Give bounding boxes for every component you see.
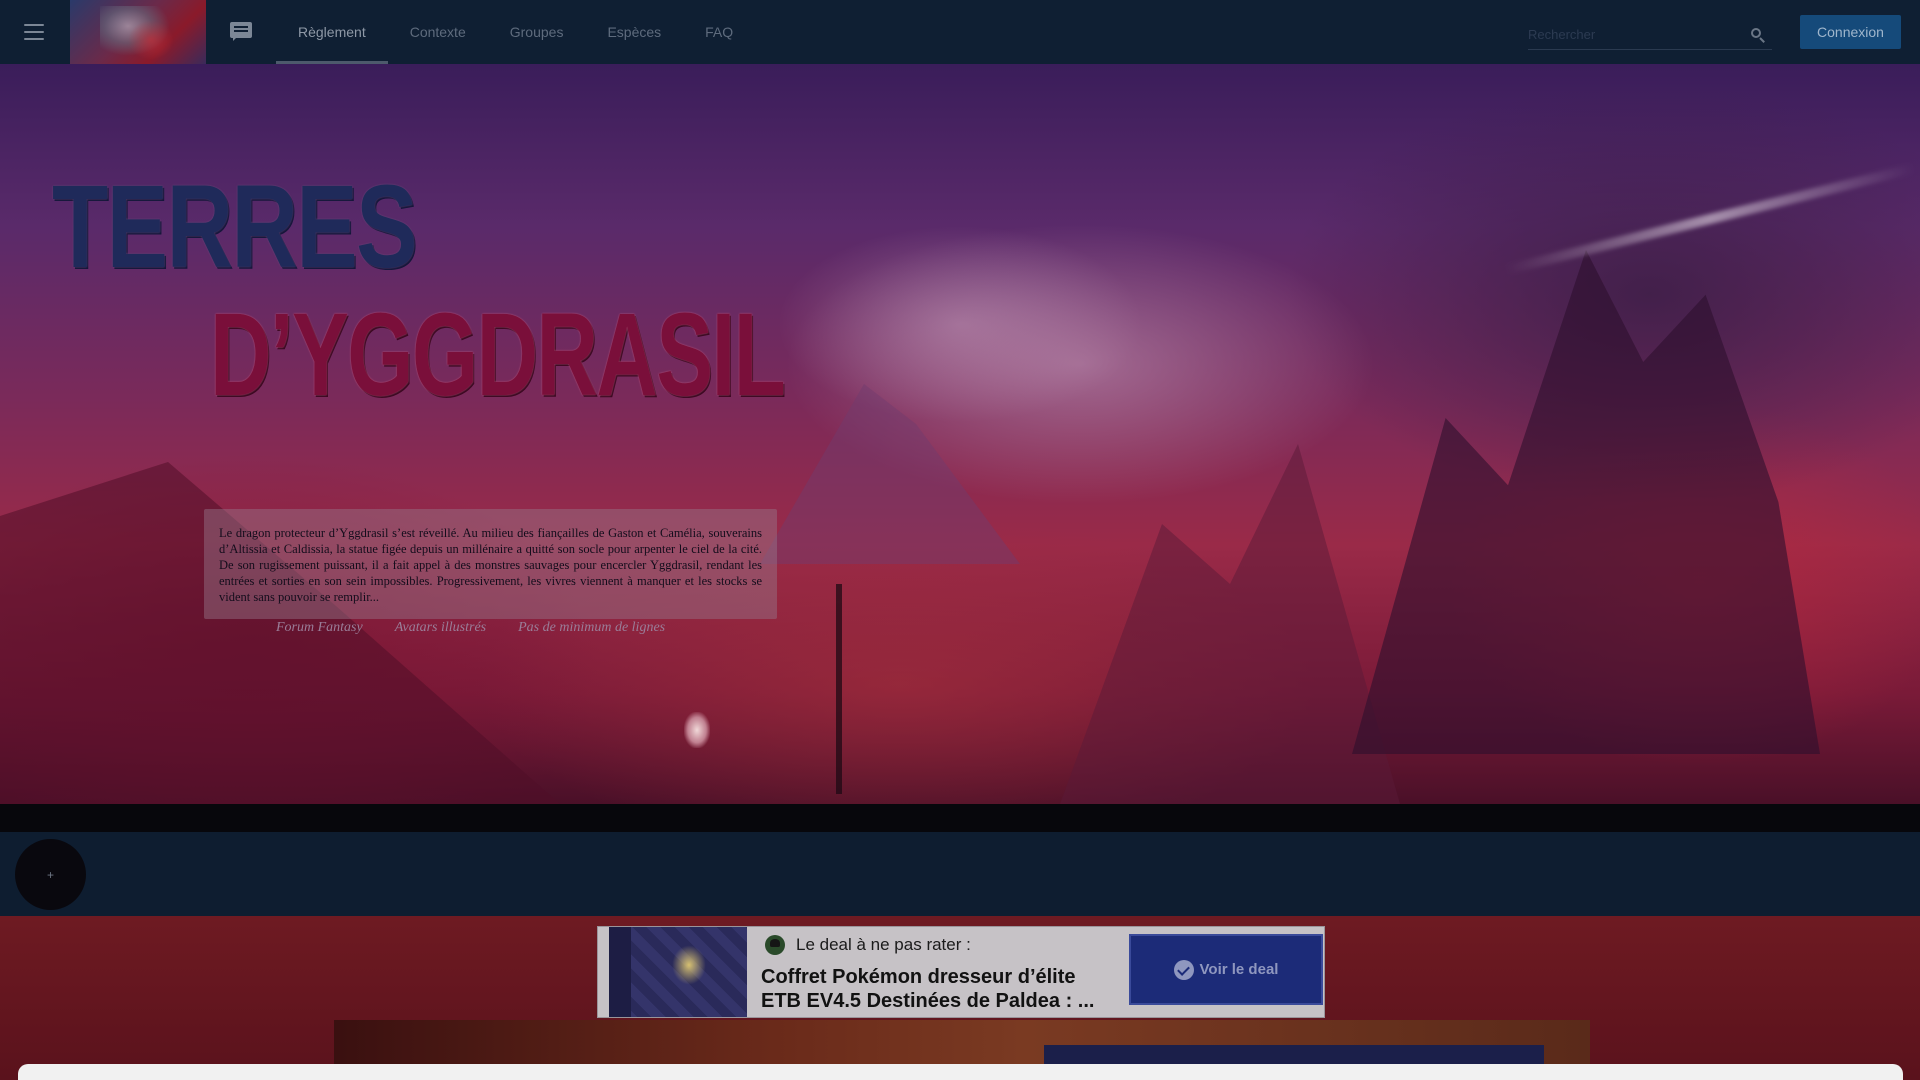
hero-background-rock: [1060, 444, 1400, 804]
view-deal-button[interactable]: Voir le deal: [1129, 934, 1323, 1005]
tag-forum-fantasy: Forum Fantasy: [276, 620, 363, 635]
deal-label: Le deal à ne pas rater :: [796, 935, 971, 954]
lantern-icon: [684, 712, 710, 748]
synopsis-box: Le dragon protecteur d’Yggdrasil s’est r…: [204, 509, 777, 619]
deal-mascot-icon: [765, 935, 785, 955]
tag-minimum-lignes: Pas de minimum de lignes: [518, 620, 666, 635]
content-panel: [18, 1064, 1903, 1080]
chat-icon[interactable]: [230, 22, 252, 42]
tab-contexte[interactable]: Contexte: [388, 0, 488, 64]
divider-band: [0, 804, 1920, 832]
hero-light-beam: [1505, 163, 1915, 275]
hero-dead-tree: [836, 584, 842, 794]
tab-reglement[interactable]: Règlement: [276, 0, 388, 64]
nav-tabs: Règlement Contexte Groupes Espèces FAQ: [276, 0, 755, 64]
search-bar: [1528, 20, 1772, 50]
hero-background-mountain: [1352, 250, 1820, 754]
deal-title[interactable]: Coffret Pokémon dresseur d’élite ETB EV4…: [761, 965, 1121, 1013]
search-input[interactable]: [1528, 27, 1750, 42]
deal-ad[interactable]: Le deal à ne pas rater : Coffret Pokémon…: [597, 926, 1325, 1018]
forum-tags: Forum Fantasy Avatars illustrés Pas de m…: [276, 620, 665, 636]
site-title-line1: TERRES: [52, 161, 418, 293]
search-icon[interactable]: [1750, 27, 1766, 43]
login-button[interactable]: Connexion: [1800, 15, 1901, 49]
view-deal-label: Voir le deal: [1199, 961, 1279, 978]
check-circle-icon: [1173, 959, 1194, 980]
hero-background-rock: [760, 384, 1020, 564]
deal-product-image: [609, 927, 747, 1017]
synopsis-text: Le dragon protecteur d’Yggdrasil s’est r…: [219, 526, 762, 604]
tag-avatars: Avatars illustrés: [394, 620, 487, 635]
tab-groupes[interactable]: Groupes: [488, 0, 586, 64]
toolbar-band: [0, 832, 1920, 916]
top-navbar: Règlement Contexte Groupes Espèces FAQ C…: [0, 0, 1920, 64]
hamburger-menu-icon[interactable]: [24, 24, 44, 40]
floating-action-button[interactable]: +: [15, 839, 86, 910]
tab-especes[interactable]: Espèces: [585, 0, 683, 64]
tab-faq[interactable]: FAQ: [683, 0, 755, 64]
site-logo[interactable]: [70, 0, 206, 64]
hero-banner: TERRES D’YGGDRASIL Le dragon protecteur …: [0, 64, 1920, 804]
site-title-line2: D’YGGDRASIL: [210, 289, 786, 421]
